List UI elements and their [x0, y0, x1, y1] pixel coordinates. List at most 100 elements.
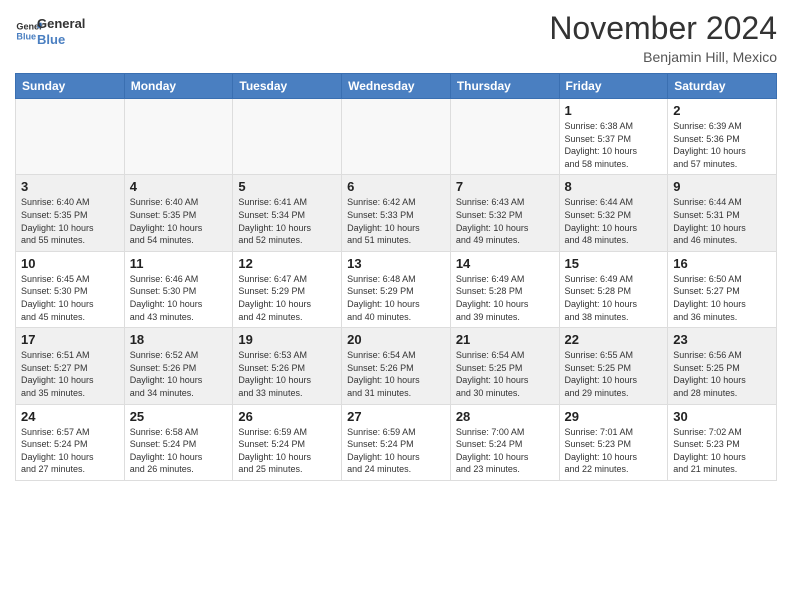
- day-info: Sunrise: 6:41 AM Sunset: 5:34 PM Dayligh…: [238, 196, 336, 246]
- day-number: 10: [21, 256, 119, 271]
- day-info: Sunrise: 6:59 AM Sunset: 5:24 PM Dayligh…: [238, 426, 336, 476]
- logo: General Blue General Blue: [15, 14, 85, 47]
- calendar-cell: 29Sunrise: 7:01 AM Sunset: 5:23 PM Dayli…: [559, 404, 668, 480]
- day-number: 6: [347, 179, 445, 194]
- calendar-cell: 19 Sunrise: 6:53 AM Sunset: 5:26 PM Dayli…: [233, 328, 342, 404]
- calendar-cell: 2Sunrise: 6:39 AM Sunset: 5:36 PM Daylig…: [668, 99, 777, 175]
- day-info: Sunrise: 6:40 AM Sunset: 5:35 PM Dayligh…: [21, 196, 119, 246]
- weekday-header: Saturday: [668, 74, 777, 99]
- day-number: 8: [565, 179, 663, 194]
- calendar-cell: 7 Sunrise: 6:43 AM Sunset: 5:32 PM Daylig…: [450, 175, 559, 251]
- calendar-week-row: 3 Sunrise: 6:40 AM Sunset: 5:35 PM Daylig…: [16, 175, 777, 251]
- calendar-cell: 22 Sunrise: 6:55 AM Sunset: 5:25 PM Dayli…: [559, 328, 668, 404]
- calendar-cell: 13 Sunrise: 6:48 AM Sunset: 5:29 PM Dayli…: [342, 251, 451, 327]
- calendar-cell: 20 Sunrise: 6:54 AM Sunset: 5:26 PM Dayli…: [342, 328, 451, 404]
- month-title: November 2024: [549, 10, 777, 47]
- day-info: Sunrise: 6:50 AM Sunset: 5:27 PM Dayligh…: [673, 273, 771, 323]
- day-info: Sunrise: 6:43 AM Sunset: 5:32 PM Dayligh…: [456, 196, 554, 246]
- calendar-cell: 26 Sunrise: 6:59 AM Sunset: 5:24 PM Dayli…: [233, 404, 342, 480]
- day-number: 11: [130, 256, 228, 271]
- day-info: Sunrise: 6:56 AM Sunset: 5:25 PM Dayligh…: [673, 349, 771, 399]
- day-number: 4: [130, 179, 228, 194]
- weekday-header: Monday: [124, 74, 233, 99]
- calendar-cell: 3 Sunrise: 6:40 AM Sunset: 5:35 PM Daylig…: [16, 175, 125, 251]
- calendar-cell: 11 Sunrise: 6:46 AM Sunset: 5:30 PM Dayli…: [124, 251, 233, 327]
- calendar-cell: 1 Sunrise: 6:38 AM Sunset: 5:37 PM Daylig…: [559, 99, 668, 175]
- calendar-week-row: 17Sunrise: 6:51 AM Sunset: 5:27 PM Dayli…: [16, 328, 777, 404]
- day-info: Sunrise: 6:40 AM Sunset: 5:35 PM Dayligh…: [130, 196, 228, 246]
- day-number: 9: [673, 179, 771, 194]
- calendar-cell: 6 Sunrise: 6:42 AM Sunset: 5:33 PM Daylig…: [342, 175, 451, 251]
- calendar-cell: 16 Sunrise: 6:50 AM Sunset: 5:27 PM Dayli…: [668, 251, 777, 327]
- day-info: Sunrise: 6:47 AM Sunset: 5:29 PM Dayligh…: [238, 273, 336, 323]
- calendar-table: SundayMondayTuesdayWednesdayThursdayFrid…: [15, 73, 777, 481]
- calendar-cell: [342, 99, 451, 175]
- calendar-cell: 5 Sunrise: 6:41 AM Sunset: 5:34 PM Daylig…: [233, 175, 342, 251]
- calendar-cell: 4 Sunrise: 6:40 AM Sunset: 5:35 PM Daylig…: [124, 175, 233, 251]
- calendar-cell: 17Sunrise: 6:51 AM Sunset: 5:27 PM Dayli…: [16, 328, 125, 404]
- weekday-header: Wednesday: [342, 74, 451, 99]
- calendar-cell: 14 Sunrise: 6:49 AM Sunset: 5:28 PM Dayli…: [450, 251, 559, 327]
- day-number: 7: [456, 179, 554, 194]
- weekday-header-row: SundayMondayTuesdayWednesdayThursdayFrid…: [16, 74, 777, 99]
- day-number: 27: [347, 409, 445, 424]
- day-number: 13: [347, 256, 445, 271]
- day-info: Sunrise: 6:49 AM Sunset: 5:28 PM Dayligh…: [456, 273, 554, 323]
- day-number: 28: [456, 409, 554, 424]
- day-number: 30: [673, 409, 771, 424]
- calendar-cell: [16, 99, 125, 175]
- calendar-cell: 8Sunrise: 6:44 AM Sunset: 5:32 PM Daylig…: [559, 175, 668, 251]
- day-info: Sunrise: 6:54 AM Sunset: 5:26 PM Dayligh…: [347, 349, 445, 399]
- day-info: Sunrise: 6:53 AM Sunset: 5:26 PM Dayligh…: [238, 349, 336, 399]
- calendar-cell: 28 Sunrise: 7:00 AM Sunset: 5:24 PM Dayli…: [450, 404, 559, 480]
- day-info: Sunrise: 6:48 AM Sunset: 5:29 PM Dayligh…: [347, 273, 445, 323]
- day-info: Sunrise: 6:45 AM Sunset: 5:30 PM Dayligh…: [21, 273, 119, 323]
- day-info: Sunrise: 7:02 AM Sunset: 5:23 PM Dayligh…: [673, 426, 771, 476]
- logo-line1: General: [37, 16, 85, 32]
- day-info: Sunrise: 7:00 AM Sunset: 5:24 PM Dayligh…: [456, 426, 554, 476]
- calendar-cell: 12 Sunrise: 6:47 AM Sunset: 5:29 PM Dayli…: [233, 251, 342, 327]
- day-number: 26: [238, 409, 336, 424]
- calendar-cell: 15Sunrise: 6:49 AM Sunset: 5:28 PM Dayli…: [559, 251, 668, 327]
- day-info: Sunrise: 6:38 AM Sunset: 5:37 PM Dayligh…: [565, 120, 663, 170]
- calendar-cell: 24Sunrise: 6:57 AM Sunset: 5:24 PM Dayli…: [16, 404, 125, 480]
- day-number: 18: [130, 332, 228, 347]
- day-number: 5: [238, 179, 336, 194]
- calendar-cell: [233, 99, 342, 175]
- day-number: 19: [238, 332, 336, 347]
- weekday-header: Friday: [559, 74, 668, 99]
- day-info: Sunrise: 6:58 AM Sunset: 5:24 PM Dayligh…: [130, 426, 228, 476]
- calendar-cell: 10 Sunrise: 6:45 AM Sunset: 5:30 PM Dayli…: [16, 251, 125, 327]
- day-number: 20: [347, 332, 445, 347]
- day-info: Sunrise: 6:46 AM Sunset: 5:30 PM Dayligh…: [130, 273, 228, 323]
- day-number: 3: [21, 179, 119, 194]
- svg-text:Blue: Blue: [16, 31, 36, 41]
- day-info: Sunrise: 6:59 AM Sunset: 5:24 PM Dayligh…: [347, 426, 445, 476]
- calendar-week-row: 1 Sunrise: 6:38 AM Sunset: 5:37 PM Daylig…: [16, 99, 777, 175]
- day-number: 23: [673, 332, 771, 347]
- day-number: 29: [565, 409, 663, 424]
- day-info: Sunrise: 6:44 AM Sunset: 5:31 PM Dayligh…: [673, 196, 771, 246]
- calendar-week-row: 24Sunrise: 6:57 AM Sunset: 5:24 PM Dayli…: [16, 404, 777, 480]
- day-number: 14: [456, 256, 554, 271]
- calendar-cell: [450, 99, 559, 175]
- day-info: Sunrise: 6:55 AM Sunset: 5:25 PM Dayligh…: [565, 349, 663, 399]
- day-info: Sunrise: 6:52 AM Sunset: 5:26 PM Dayligh…: [130, 349, 228, 399]
- day-number: 21: [456, 332, 554, 347]
- day-info: Sunrise: 6:42 AM Sunset: 5:33 PM Dayligh…: [347, 196, 445, 246]
- day-info: Sunrise: 6:51 AM Sunset: 5:27 PM Dayligh…: [21, 349, 119, 399]
- day-number: 2: [673, 103, 771, 118]
- calendar-week-row: 10 Sunrise: 6:45 AM Sunset: 5:30 PM Dayli…: [16, 251, 777, 327]
- logo-line2: Blue: [37, 32, 85, 48]
- calendar-cell: 25Sunrise: 6:58 AM Sunset: 5:24 PM Dayli…: [124, 404, 233, 480]
- day-number: 16: [673, 256, 771, 271]
- day-number: 15: [565, 256, 663, 271]
- day-number: 12: [238, 256, 336, 271]
- day-info: Sunrise: 6:54 AM Sunset: 5:25 PM Dayligh…: [456, 349, 554, 399]
- location-title: Benjamin Hill, Mexico: [549, 49, 777, 65]
- day-number: 1: [565, 103, 663, 118]
- page-header: General Blue General Blue November 2024 …: [15, 10, 777, 65]
- calendar-cell: 9 Sunrise: 6:44 AM Sunset: 5:31 PM Daylig…: [668, 175, 777, 251]
- day-number: 22: [565, 332, 663, 347]
- calendar-cell: 21 Sunrise: 6:54 AM Sunset: 5:25 PM Dayli…: [450, 328, 559, 404]
